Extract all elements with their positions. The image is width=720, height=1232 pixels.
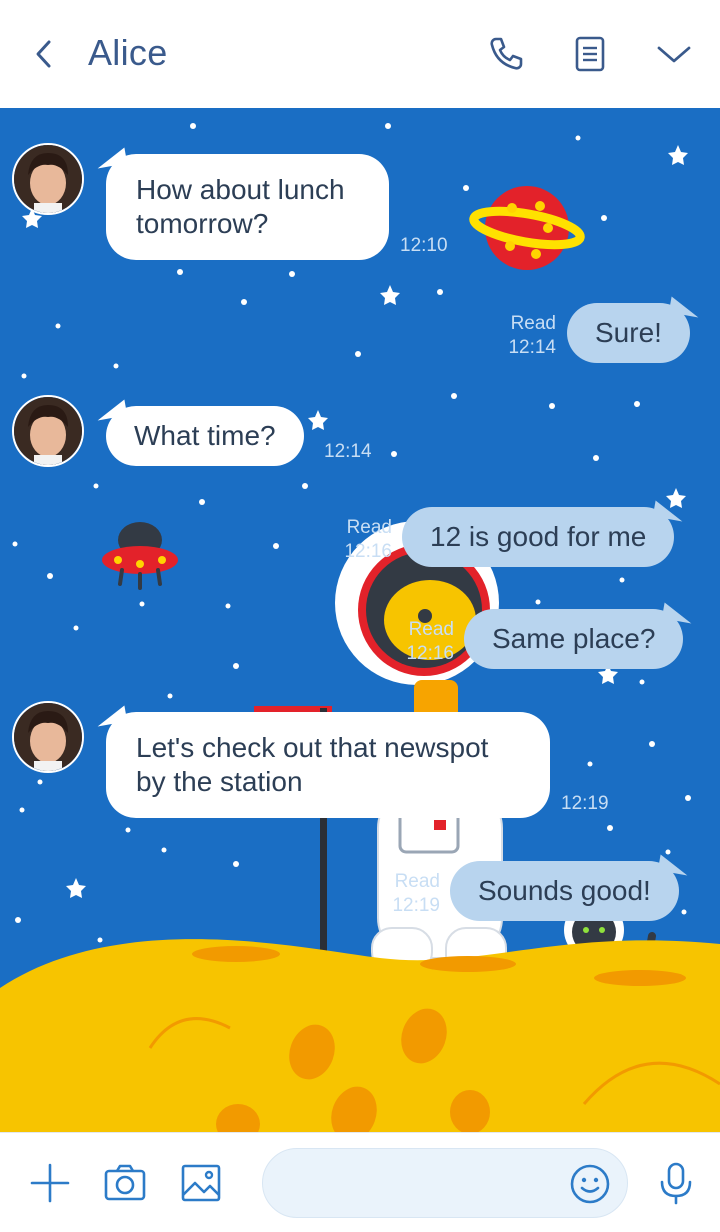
chat-area[interactable]: How about lunch tomorrow? 12:10 Read 12:… bbox=[0, 108, 720, 1132]
smiley-icon[interactable] bbox=[565, 1159, 615, 1209]
read-status: Read bbox=[346, 517, 392, 538]
message-bubble[interactable]: Same place? bbox=[464, 609, 684, 669]
chat-title: Alice bbox=[88, 32, 168, 73]
plus-icon[interactable] bbox=[26, 1159, 74, 1207]
chat-header: Alice bbox=[0, 0, 720, 108]
message-bubble[interactable]: What time? bbox=[106, 406, 304, 466]
message-input[interactable] bbox=[289, 1167, 569, 1201]
input-bar bbox=[0, 1132, 720, 1232]
camera-icon[interactable] bbox=[101, 1159, 149, 1207]
phone-icon[interactable] bbox=[484, 32, 528, 76]
message-time: 12:19 bbox=[561, 793, 609, 814]
avatar[interactable] bbox=[12, 395, 84, 467]
avatar[interactable] bbox=[12, 143, 84, 215]
chevron-down-icon[interactable] bbox=[652, 32, 696, 76]
message-bubble[interactable]: Sounds good! bbox=[450, 861, 679, 921]
message-time: 12:16 bbox=[406, 643, 454, 664]
message-time: 12:14 bbox=[508, 337, 556, 358]
message-time: 12:10 bbox=[400, 235, 448, 256]
avatar[interactable] bbox=[12, 701, 84, 773]
chat-screen: Alice How about lunch tomorrow? 12:10 Re… bbox=[0, 0, 720, 1232]
back-chevron-icon[interactable] bbox=[28, 34, 58, 74]
message-time: 12:16 bbox=[344, 541, 392, 562]
message-input-field[interactable] bbox=[262, 1148, 628, 1218]
read-status: Read bbox=[510, 313, 556, 334]
message-bubble[interactable]: 12 is good for me bbox=[402, 507, 675, 567]
message-time: 12:14 bbox=[324, 441, 372, 462]
read-status: Read bbox=[408, 619, 454, 640]
image-icon[interactable] bbox=[177, 1159, 225, 1207]
message-bubble[interactable]: Let's check out that newspot by the stat… bbox=[106, 712, 550, 818]
message-time: 12:19 bbox=[392, 895, 440, 916]
microphone-icon[interactable] bbox=[652, 1159, 700, 1207]
message-bubble[interactable]: Sure! bbox=[567, 303, 690, 363]
moon-surface bbox=[0, 939, 720, 1132]
notes-icon[interactable] bbox=[568, 32, 612, 76]
message-bubble[interactable]: How about lunch tomorrow? bbox=[106, 154, 389, 260]
read-status: Read bbox=[394, 871, 440, 892]
